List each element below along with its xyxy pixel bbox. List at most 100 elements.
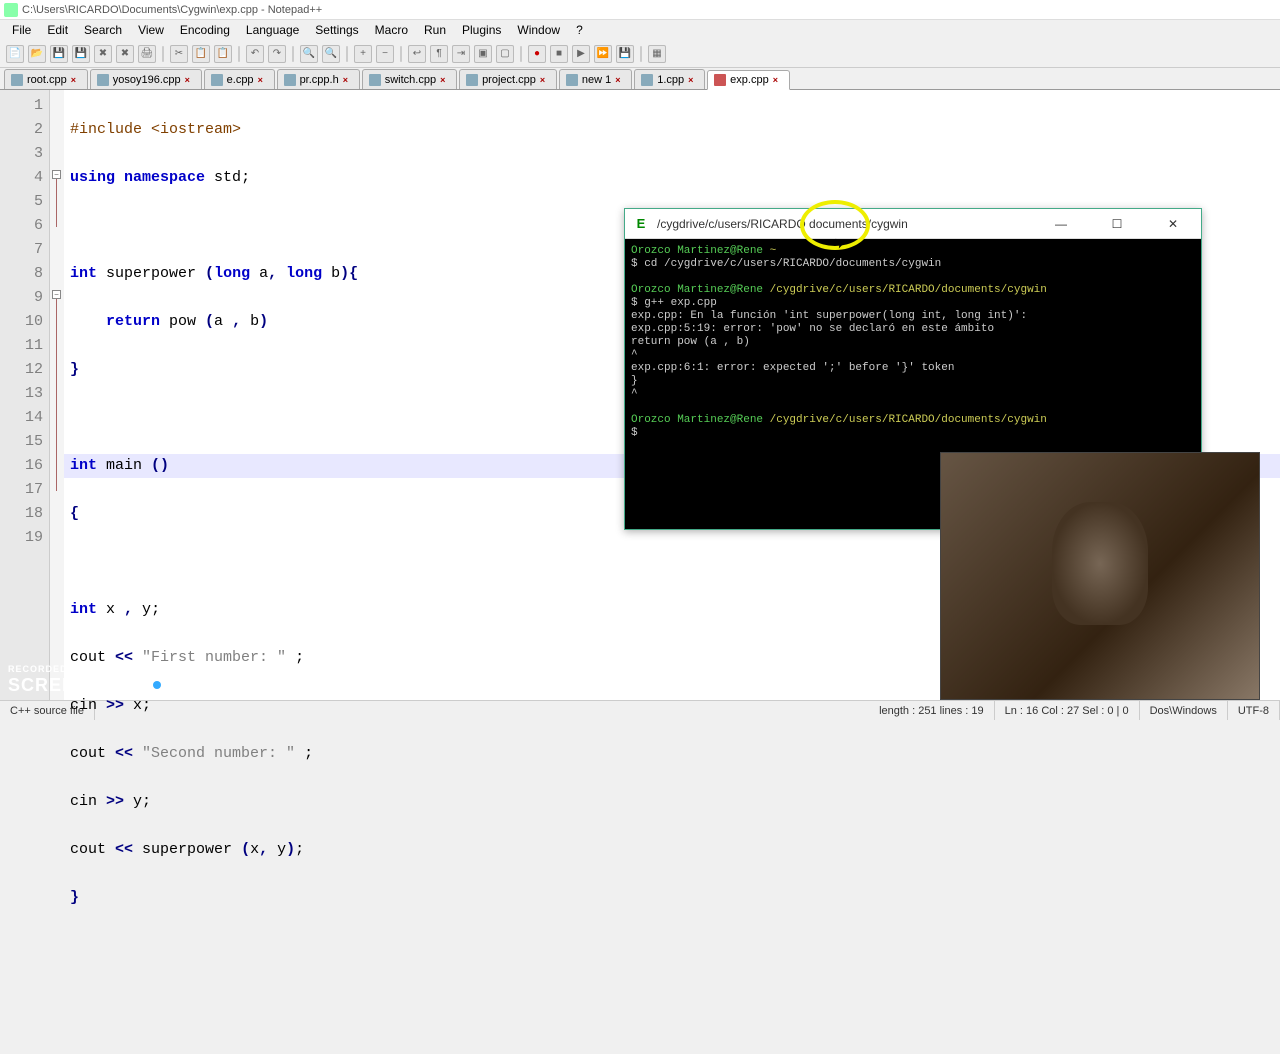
menu-view[interactable]: View [130, 21, 172, 39]
tab-label: pr.cpp.h [300, 74, 339, 86]
tab-new1[interactable]: new 1 × [559, 69, 632, 89]
menu-search[interactable]: Search [76, 21, 130, 39]
unfold-icon[interactable]: ▢ [496, 45, 514, 63]
cut-icon[interactable]: ✂ [170, 45, 188, 63]
stop-icon[interactable]: ■ [550, 45, 568, 63]
tab-1cpp[interactable]: 1.cpp × [634, 69, 705, 89]
close-tab-icon[interactable]: × [773, 75, 783, 85]
terminal-titlebar[interactable]: E /cygdrive/c/users/RICARDO documents/cy… [625, 209, 1201, 239]
fold-line [56, 179, 57, 227]
redo-icon[interactable]: ↷ [268, 45, 286, 63]
close-tab-icon[interactable]: × [615, 75, 625, 85]
replace-icon[interactable]: 🔍 [322, 45, 340, 63]
tab-label: e.cpp [227, 74, 254, 86]
watermark-line2: SCREENCASTMATIC [8, 674, 233, 696]
fold-marker-icon[interactable]: − [52, 290, 61, 299]
menu-window[interactable]: Window [509, 21, 568, 39]
menu-help[interactable]: ? [568, 21, 591, 39]
close-tab-icon[interactable]: × [71, 75, 81, 85]
paste-icon[interactable]: 📋 [214, 45, 232, 63]
file-icon [714, 74, 726, 86]
tab-e[interactable]: e.cpp × [204, 69, 275, 89]
separator [640, 46, 642, 62]
line-gutter: 12345678910111213141516171819 [0, 90, 50, 700]
saveall-icon[interactable]: 💾 [72, 45, 90, 63]
indent-icon[interactable]: ⇥ [452, 45, 470, 63]
file-icon [11, 74, 23, 86]
close-tab-icon[interactable]: × [185, 75, 195, 85]
tab-label: new 1 [582, 74, 611, 86]
record-icon[interactable]: ● [528, 45, 546, 63]
separator [346, 46, 348, 62]
play-icon[interactable]: ▶ [572, 45, 590, 63]
zoomout-icon[interactable]: − [376, 45, 394, 63]
file-icon [211, 74, 223, 86]
file-icon [97, 74, 109, 86]
separator [292, 46, 294, 62]
close-icon[interactable]: ✖ [94, 45, 112, 63]
tab-label: 1.cpp [657, 74, 684, 86]
print-icon[interactable]: 🖨 [138, 45, 156, 63]
close-button[interactable]: ✕ [1153, 213, 1193, 235]
new-icon[interactable]: 📄 [6, 45, 24, 63]
copy-icon[interactable]: 📋 [192, 45, 210, 63]
tab-label: project.cpp [482, 74, 536, 86]
menu-language[interactable]: Language [238, 21, 307, 39]
close-tab-icon[interactable]: × [540, 75, 550, 85]
webcam-overlay [940, 452, 1260, 700]
tab-label: exp.cpp [730, 74, 769, 86]
menu-encoding[interactable]: Encoding [172, 21, 238, 39]
watermark-line1: RECORDED WITH [8, 664, 233, 674]
tab-pr[interactable]: pr.cpp.h × [277, 69, 360, 89]
terminal-title: /cygdrive/c/users/RICARDO documents/cygw… [657, 217, 908, 231]
file-icon [369, 74, 381, 86]
wrap-icon[interactable]: ↩ [408, 45, 426, 63]
zoomin-icon[interactable]: + [354, 45, 372, 63]
app-icon [4, 3, 18, 17]
file-icon [284, 74, 296, 86]
terminal-icon: E [633, 216, 649, 232]
playmulti-icon[interactable]: ⏩ [594, 45, 612, 63]
fold-margin[interactable]: − − [50, 90, 64, 700]
menu-settings[interactable]: Settings [307, 21, 366, 39]
tab-label: switch.cpp [385, 74, 436, 86]
save-icon[interactable]: 💾 [50, 45, 68, 63]
maximize-button[interactable]: ☐ [1097, 213, 1137, 235]
menu-file[interactable]: File [4, 21, 39, 39]
screencast-watermark: RECORDED WITH SCREENCASTMATIC [8, 664, 233, 696]
undo-icon[interactable]: ↶ [246, 45, 264, 63]
tab-bar: root.cpp × yosoy196.cpp× e.cpp × pr.cpp.h ×… [0, 68, 1280, 90]
fold-marker-icon[interactable]: − [52, 170, 61, 179]
tab-exp[interactable]: exp.cpp × [707, 70, 790, 90]
menu-edit[interactable]: Edit [39, 21, 76, 39]
find-icon[interactable]: 🔍 [300, 45, 318, 63]
minimize-button[interactable]: — [1041, 213, 1081, 235]
tab-project[interactable]: project.cpp × [459, 69, 557, 89]
tab-root[interactable]: root.cpp × [4, 69, 88, 89]
tab-switch[interactable]: switch.cpp × [362, 69, 457, 89]
separator [400, 46, 402, 62]
tab-label: root.cpp [27, 74, 67, 86]
tab-yosoy196[interactable]: yosoy196.cpp× [90, 69, 202, 89]
close-tab-icon[interactable]: × [440, 75, 450, 85]
separator [238, 46, 240, 62]
file-icon [566, 74, 578, 86]
close-tab-icon[interactable]: × [258, 75, 268, 85]
file-icon [641, 74, 653, 86]
chars-icon[interactable]: ¶ [430, 45, 448, 63]
close-tab-icon[interactable]: × [343, 75, 353, 85]
menu-macro[interactable]: Macro [367, 21, 416, 39]
fold-icon[interactable]: ▣ [474, 45, 492, 63]
file-icon [466, 74, 478, 86]
misc-icon[interactable]: ▦ [648, 45, 666, 63]
fold-line [56, 299, 57, 491]
toolbar: 📄 📂 💾 💾 ✖ ✖ 🖨 ✂ 📋 📋 ↶ ↷ 🔍 🔍 + − ↩ ¶ ⇥ ▣ … [0, 40, 1280, 68]
close-tab-icon[interactable]: × [688, 75, 698, 85]
savemacro-icon[interactable]: 💾 [616, 45, 634, 63]
menu-run[interactable]: Run [416, 21, 454, 39]
separator [520, 46, 522, 62]
open-icon[interactable]: 📂 [28, 45, 46, 63]
menu-plugins[interactable]: Plugins [454, 21, 509, 39]
closeall-icon[interactable]: ✖ [116, 45, 134, 63]
separator [162, 46, 164, 62]
